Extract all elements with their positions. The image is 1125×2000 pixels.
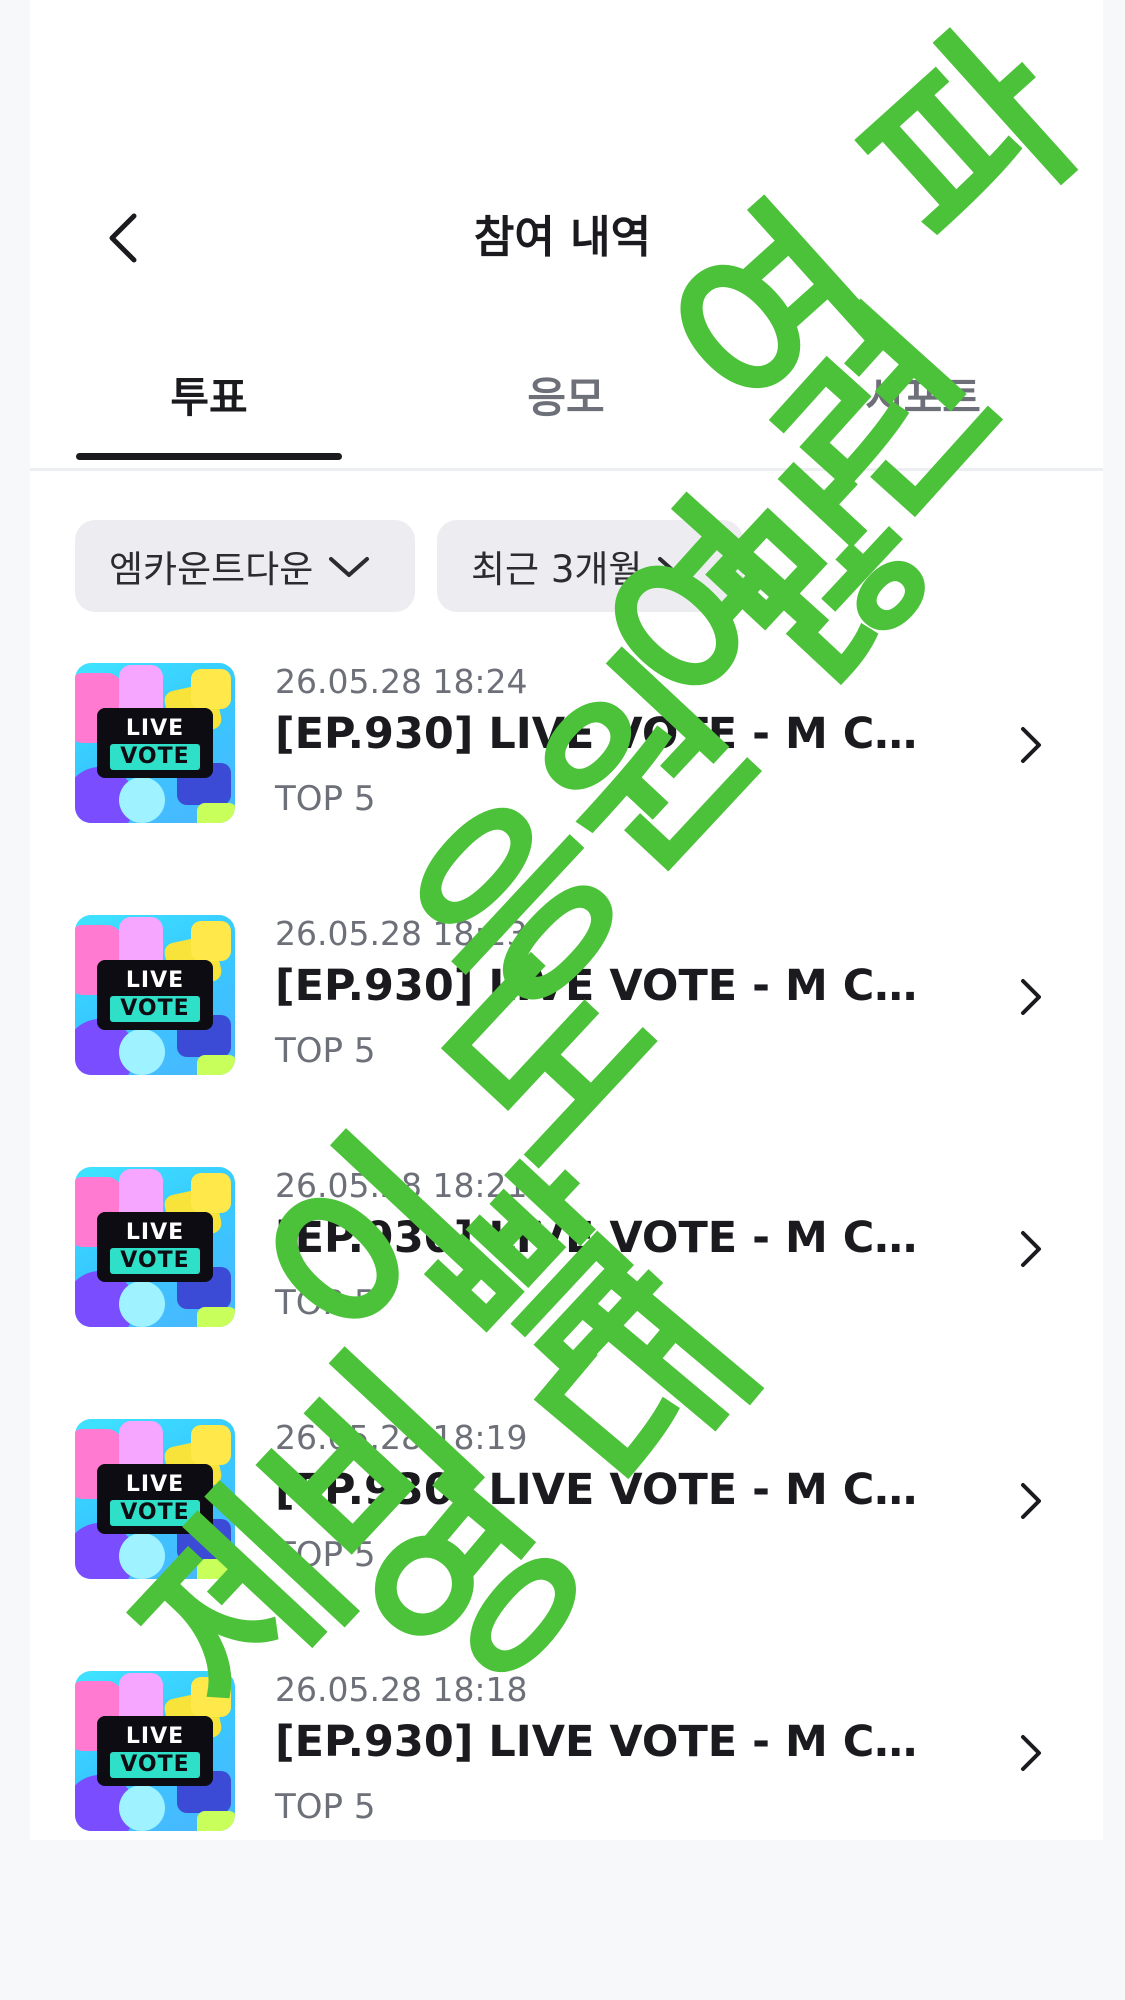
vote-history-row[interactable]: LIVE VOTE 26.05.28 18:21 [EP.930] LIVE VO…: [75, 1167, 1065, 1337]
live-vote-thumbnail: LIVE VOTE: [75, 915, 235, 1075]
chevron-right-icon: [1015, 1479, 1045, 1523]
vote-category: TOP 5: [275, 1535, 376, 1575]
program-filter-dropdown[interactable]: 엠카운트다운: [75, 520, 415, 612]
active-tab-indicator: [76, 453, 342, 460]
vote-date: 26.05.28 18:19: [275, 1418, 528, 1457]
live-vote-thumbnail: LIVE VOTE: [75, 1671, 235, 1831]
live-vote-thumbnail: LIVE VOTE: [75, 663, 235, 823]
vote-title: [EP.930] LIVE VOTE - M COU...: [275, 1717, 935, 1767]
vote-title: [EP.930] LIVE VOTE - M COU...: [275, 1465, 935, 1515]
period-filter-dropdown[interactable]: 최근 3개월: [437, 520, 743, 612]
vote-history-row[interactable]: LIVE VOTE 26.05.28 18:24 [EP.930] LIVE VO…: [75, 663, 1065, 833]
vote-title: [EP.930] LIVE VOTE - M COU...: [275, 709, 935, 759]
tab-support[interactable]: 서포트: [790, 368, 1056, 428]
vote-category: TOP 5: [275, 1283, 376, 1323]
vote-history-row[interactable]: LIVE VOTE 26.05.28 18:18 [EP.930] LIVE VO…: [75, 1671, 1065, 1841]
vote-title: [EP.930] LIVE VOTE - M COU...: [275, 961, 935, 1011]
vote-history-row[interactable]: LIVE VOTE 26.05.28 18:23 [EP.930] LIVE VO…: [75, 915, 1065, 1085]
live-vote-thumbnail: LIVE VOTE: [75, 1419, 235, 1579]
chevron-down-icon: [327, 551, 371, 581]
vote-category: TOP 5: [275, 1031, 376, 1071]
tab-bar: 투표 응모 서포트: [30, 350, 1103, 471]
vote-date: 26.05.28 18:24: [275, 662, 528, 701]
tab-entry[interactable]: 응모: [433, 368, 699, 428]
chevron-down-icon: [656, 551, 700, 581]
program-filter-label: 엠카운트다운: [109, 548, 314, 591]
chevron-right-icon: [1015, 975, 1045, 1019]
vote-history-row[interactable]: LIVE VOTE 26.05.28 18:19 [EP.930] LIVE VO…: [75, 1419, 1065, 1589]
page-title: 참여 내역: [473, 212, 652, 263]
chevron-right-icon: [1015, 1731, 1045, 1775]
vote-category: TOP 5: [275, 1787, 376, 1827]
vote-category: TOP 5: [275, 779, 376, 819]
vote-date: 26.05.28 18:23: [275, 914, 528, 953]
vote-date: 26.05.28 18:18: [275, 1670, 528, 1709]
chevron-right-icon: [1015, 1227, 1045, 1271]
period-filter-label: 최근 3개월: [471, 548, 643, 591]
tab-vote[interactable]: 투표: [76, 368, 342, 428]
status-area: [30, 0, 1103, 145]
vote-title: [EP.930] LIVE VOTE - M COU...: [275, 1213, 935, 1263]
chevron-right-icon: [1015, 723, 1045, 767]
vote-date: 26.05.28 18:21: [275, 1166, 528, 1205]
live-vote-thumbnail: LIVE VOTE: [75, 1167, 235, 1327]
